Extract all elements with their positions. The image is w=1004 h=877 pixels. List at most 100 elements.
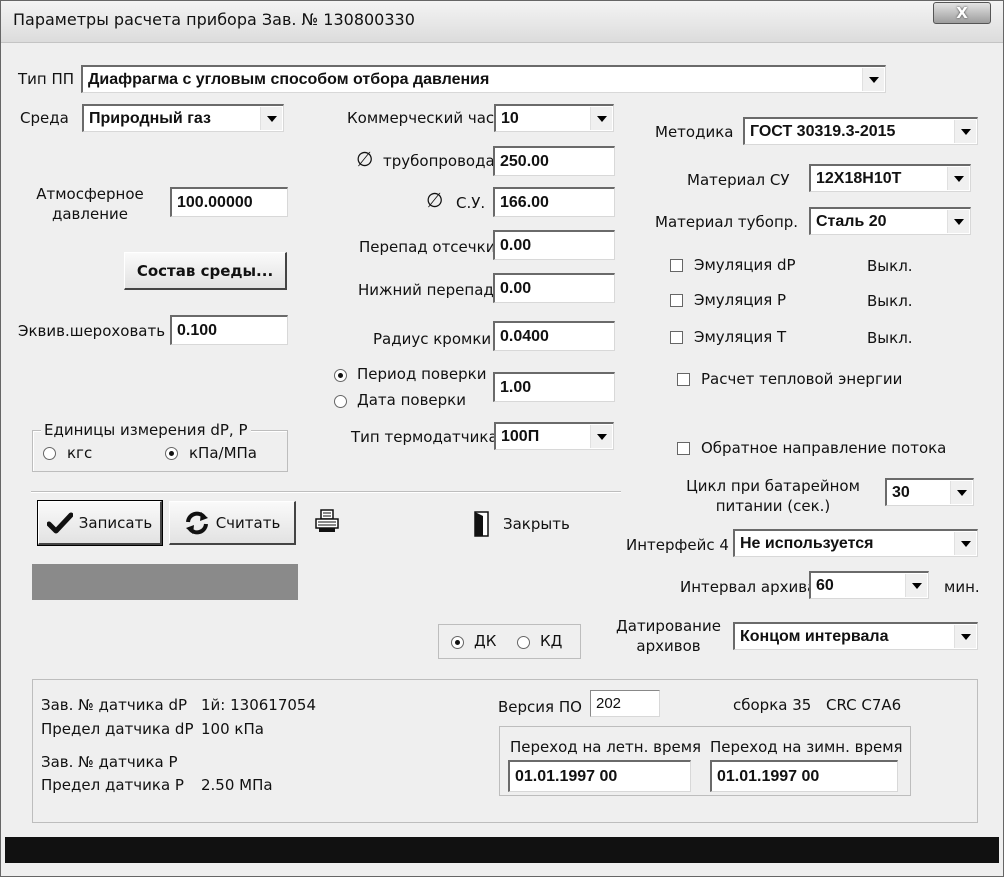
- units-kgs-radio[interactable]: [43, 447, 56, 460]
- battery-cycle-label: Цикл при батарейном питании (сек.): [686, 477, 860, 515]
- firmware-crc: CRC C7A6: [826, 696, 902, 714]
- title-bar: Параметры расчета прибора Зав. № 1308003…: [1, 1, 1003, 43]
- reverse-flow-checkbox[interactable]: [677, 442, 690, 455]
- diameter-icon: ∅: [356, 147, 374, 171]
- battery-cycle-select[interactable]: 30: [885, 478, 974, 506]
- commercial-hour-label: Коммерческий час: [347, 109, 495, 127]
- chevron-down-icon[interactable]: [590, 425, 612, 448]
- units-kpa-radio[interactable]: [165, 447, 178, 460]
- roughness-input[interactable]: 0.100: [170, 315, 288, 345]
- methodology-select[interactable]: ГОСТ 30319.3-2015: [743, 117, 978, 145]
- pp-type-label: Тип ПП: [18, 70, 75, 88]
- chevron-down-icon[interactable]: [950, 481, 972, 504]
- verification-period-radio[interactable]: [334, 369, 347, 382]
- heat-energy-checkbox[interactable]: [677, 373, 690, 386]
- su-material-select[interactable]: 12Х18Н10Т: [809, 164, 971, 192]
- su-diameter-label: С.У.: [456, 194, 486, 212]
- dst-summer-input[interactable]: 01.01.1997 00: [508, 760, 691, 792]
- units-groupbox: Единицы измерения dP, P кгс кПа/МПа: [32, 421, 288, 472]
- pipe-diameter-label: трубопровода: [383, 152, 495, 170]
- cutoff-drop-input[interactable]: 0.00: [493, 230, 615, 260]
- interface4-select[interactable]: Не используется: [733, 529, 978, 557]
- interface4-label: Интерфейс 4: [626, 536, 729, 554]
- chevron-down-icon[interactable]: [947, 210, 969, 233]
- dp-serial-label: Зав. № датчика dP: [41, 696, 188, 714]
- chevron-down-icon[interactable]: [260, 107, 282, 130]
- dk-radio[interactable]: [451, 636, 464, 649]
- low-drop-input[interactable]: 0.00: [493, 273, 615, 303]
- thermo-sensor-select[interactable]: 100П: [494, 422, 614, 450]
- verification-date-radio[interactable]: [334, 395, 347, 408]
- diameter-icon: ∅: [426, 188, 444, 212]
- chevron-down-icon[interactable]: [954, 120, 976, 143]
- chevron-down-icon[interactable]: [947, 167, 969, 190]
- verification-period-label: Период поверки: [357, 365, 487, 383]
- printer-icon[interactable]: [313, 507, 341, 535]
- reverse-flow-label: Обратное направление потока: [701, 439, 947, 457]
- atm-pressure-input[interactable]: 100.00000: [170, 187, 288, 217]
- chevron-down-icon[interactable]: [905, 574, 927, 597]
- dst-group: Переход на летн. время 01.01.1997 00 Пер…: [499, 726, 911, 796]
- verification-input[interactable]: 1.00: [493, 372, 615, 402]
- pipe-material-select[interactable]: Сталь 20: [809, 207, 971, 235]
- pp-type-select[interactable]: Диафрагма с угловым способом отбора давл…: [81, 65, 886, 93]
- chevron-down-icon[interactable]: [590, 107, 612, 130]
- kd-radio[interactable]: [517, 636, 530, 649]
- emulation-dp-checkbox[interactable]: [670, 259, 683, 272]
- verification-date-label: Дата поверки: [357, 391, 466, 409]
- composition-button[interactable]: Состав среды...: [124, 252, 287, 290]
- su-diameter-input[interactable]: 166.00: [493, 187, 615, 217]
- roughness-label: Эквив.шероховать: [18, 322, 166, 340]
- pipe-material-value: Сталь 20: [816, 212, 887, 230]
- dst-winter-label: Переход на зимн. время: [710, 738, 903, 756]
- archive-dating-label: Датирование архивов: [616, 617, 721, 655]
- progress-bar: [32, 564, 298, 600]
- commercial-hour-select[interactable]: 10: [494, 104, 614, 132]
- dk-kd-group: ДК КД: [438, 624, 581, 659]
- chevron-down-icon[interactable]: [954, 625, 976, 648]
- window-title: Параметры расчета прибора Зав. № 1308003…: [13, 10, 415, 29]
- emulation-t-checkbox[interactable]: [670, 331, 683, 344]
- close-window-button[interactable]: X: [933, 2, 991, 24]
- read-button[interactable]: Считать: [169, 501, 296, 545]
- methodology-label: Методика: [655, 123, 734, 141]
- emulation-dp-label: Эмуляция dP: [694, 256, 796, 274]
- parameters-window: Параметры расчета прибора Зав. № 1308003…: [0, 0, 1004, 877]
- write-button[interactable]: Записать: [37, 500, 163, 546]
- dp-limit-value: 100 кПа: [201, 720, 264, 738]
- units-kpa-label: кПа/МПа: [189, 444, 257, 462]
- commercial-hour-value: 10: [501, 109, 519, 127]
- p-limit-label: Предел датчика P: [41, 776, 184, 794]
- p-serial-label: Зав. № датчика P: [41, 753, 178, 771]
- emulation-p-checkbox[interactable]: [670, 294, 683, 307]
- methodology-value: ГОСТ 30319.3-2015: [750, 122, 896, 140]
- info-panel: Зав. № датчика dP 1й: 130617054 Предел д…: [32, 679, 978, 823]
- medium-label: Среда: [20, 109, 69, 127]
- firmware-version-field: 202: [590, 690, 660, 717]
- status-bar: [5, 837, 999, 863]
- archive-dating-value: Концом интервала: [740, 627, 889, 645]
- chevron-down-icon[interactable]: [862, 68, 884, 91]
- pipe-diameter-input[interactable]: 250.00: [493, 146, 615, 176]
- close-button[interactable]: Закрыть: [473, 510, 570, 538]
- chevron-down-icon[interactable]: [954, 532, 976, 555]
- thermo-sensor-value: 100П: [501, 427, 540, 445]
- heat-energy-label: Расчет тепловой энергии: [701, 370, 903, 388]
- checkmark-icon: [46, 512, 73, 534]
- archive-interval-label: Интервал архива: [680, 578, 817, 596]
- archive-dating-select[interactable]: Концом интервала: [733, 622, 978, 650]
- units-kgs-label: кгс: [67, 444, 93, 462]
- low-drop-label: Нижний перепад: [358, 281, 494, 299]
- archive-interval-value: 60: [816, 576, 834, 594]
- archive-interval-select[interactable]: 60: [809, 571, 929, 599]
- edge-radius-label: Радиус кромки: [373, 330, 492, 348]
- archive-interval-unit: мин.: [944, 578, 980, 596]
- units-legend: Единицы измерения dP, P: [41, 421, 251, 439]
- dp-serial-value: 1й: 130617054: [201, 696, 317, 714]
- dst-winter-input[interactable]: 01.01.1997 00: [710, 760, 898, 792]
- su-material-value: 12Х18Н10Т: [816, 169, 902, 187]
- emulation-t-label: Эмуляция T: [694, 328, 787, 346]
- edge-radius-input[interactable]: 0.0400: [493, 321, 615, 351]
- medium-select[interactable]: Природный газ: [82, 104, 284, 132]
- dk-label: ДК: [474, 632, 497, 650]
